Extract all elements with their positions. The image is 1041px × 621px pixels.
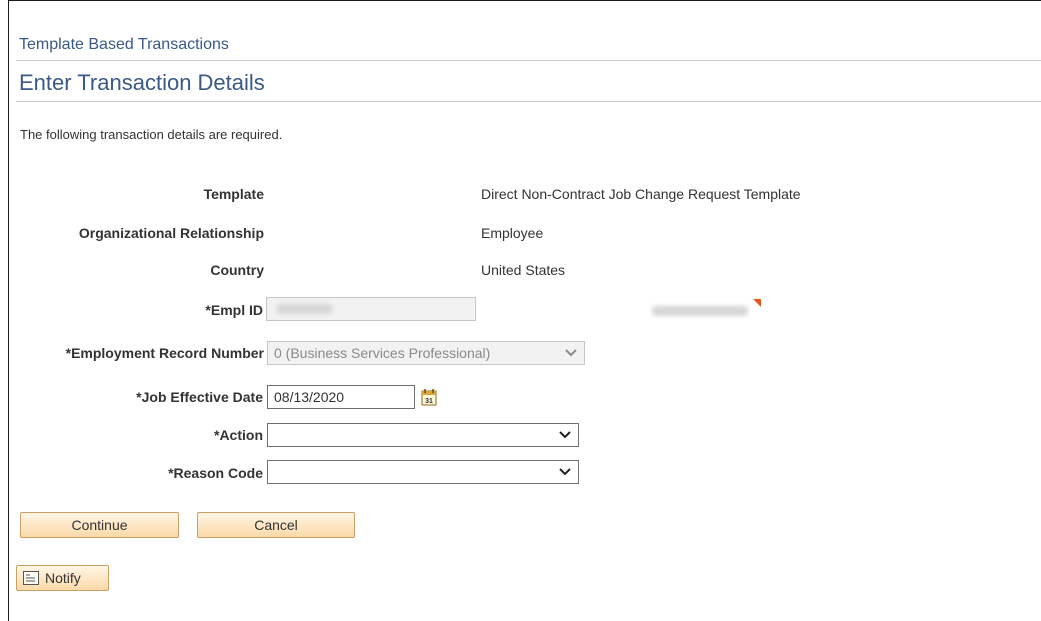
empl-id-label: *Empl ID [205,302,263,318]
svg-text:31: 31 [425,398,433,405]
chevron-down-icon [559,431,571,439]
breadcrumb[interactable]: Template Based Transactions [19,36,229,54]
country-value: United States [481,262,566,278]
action-label: *Action [214,427,263,443]
chevron-down-icon [565,349,577,357]
reason-code-select[interactable] [267,460,579,484]
continue-button[interactable]: Continue [20,512,179,538]
chevron-down-icon [559,468,571,476]
template-label: Template [203,186,264,202]
job-effective-date-label: *Job Effective Date [136,389,263,405]
cancel-button[interactable]: Cancel [197,512,355,538]
empl-record-select[interactable]: 0 (Business Services Professional) [267,341,585,365]
action-select[interactable] [267,423,579,447]
redacted-employee-name [652,306,748,316]
job-effective-date-input[interactable]: 08/13/2020 [267,385,415,409]
redacted-empl-id [277,304,332,314]
empl-record-value: 0 (Business Services Professional) [274,345,491,361]
required-flag-icon [753,299,761,307]
empl-id-field[interactable] [266,297,476,321]
reason-code-label: *Reason Code [168,465,263,481]
notify-icon [23,571,39,585]
notify-button-label: Notify [45,570,81,586]
org-relationship-value: Employee [481,225,544,241]
country-label: Country [210,262,264,278]
template-value: Direct Non-Contract Job Change Request T… [481,186,801,202]
calendar-icon[interactable]: 31 [421,388,437,406]
divider [16,101,1041,102]
notify-button[interactable]: Notify [16,565,109,591]
empl-record-label: *Employment Record Number [65,345,264,361]
instructions-text: The following transaction details are re… [20,127,283,142]
divider [16,60,1041,61]
page-title: Enter Transaction Details [19,70,265,95]
org-relationship-label: Organizational Relationship [78,225,264,241]
